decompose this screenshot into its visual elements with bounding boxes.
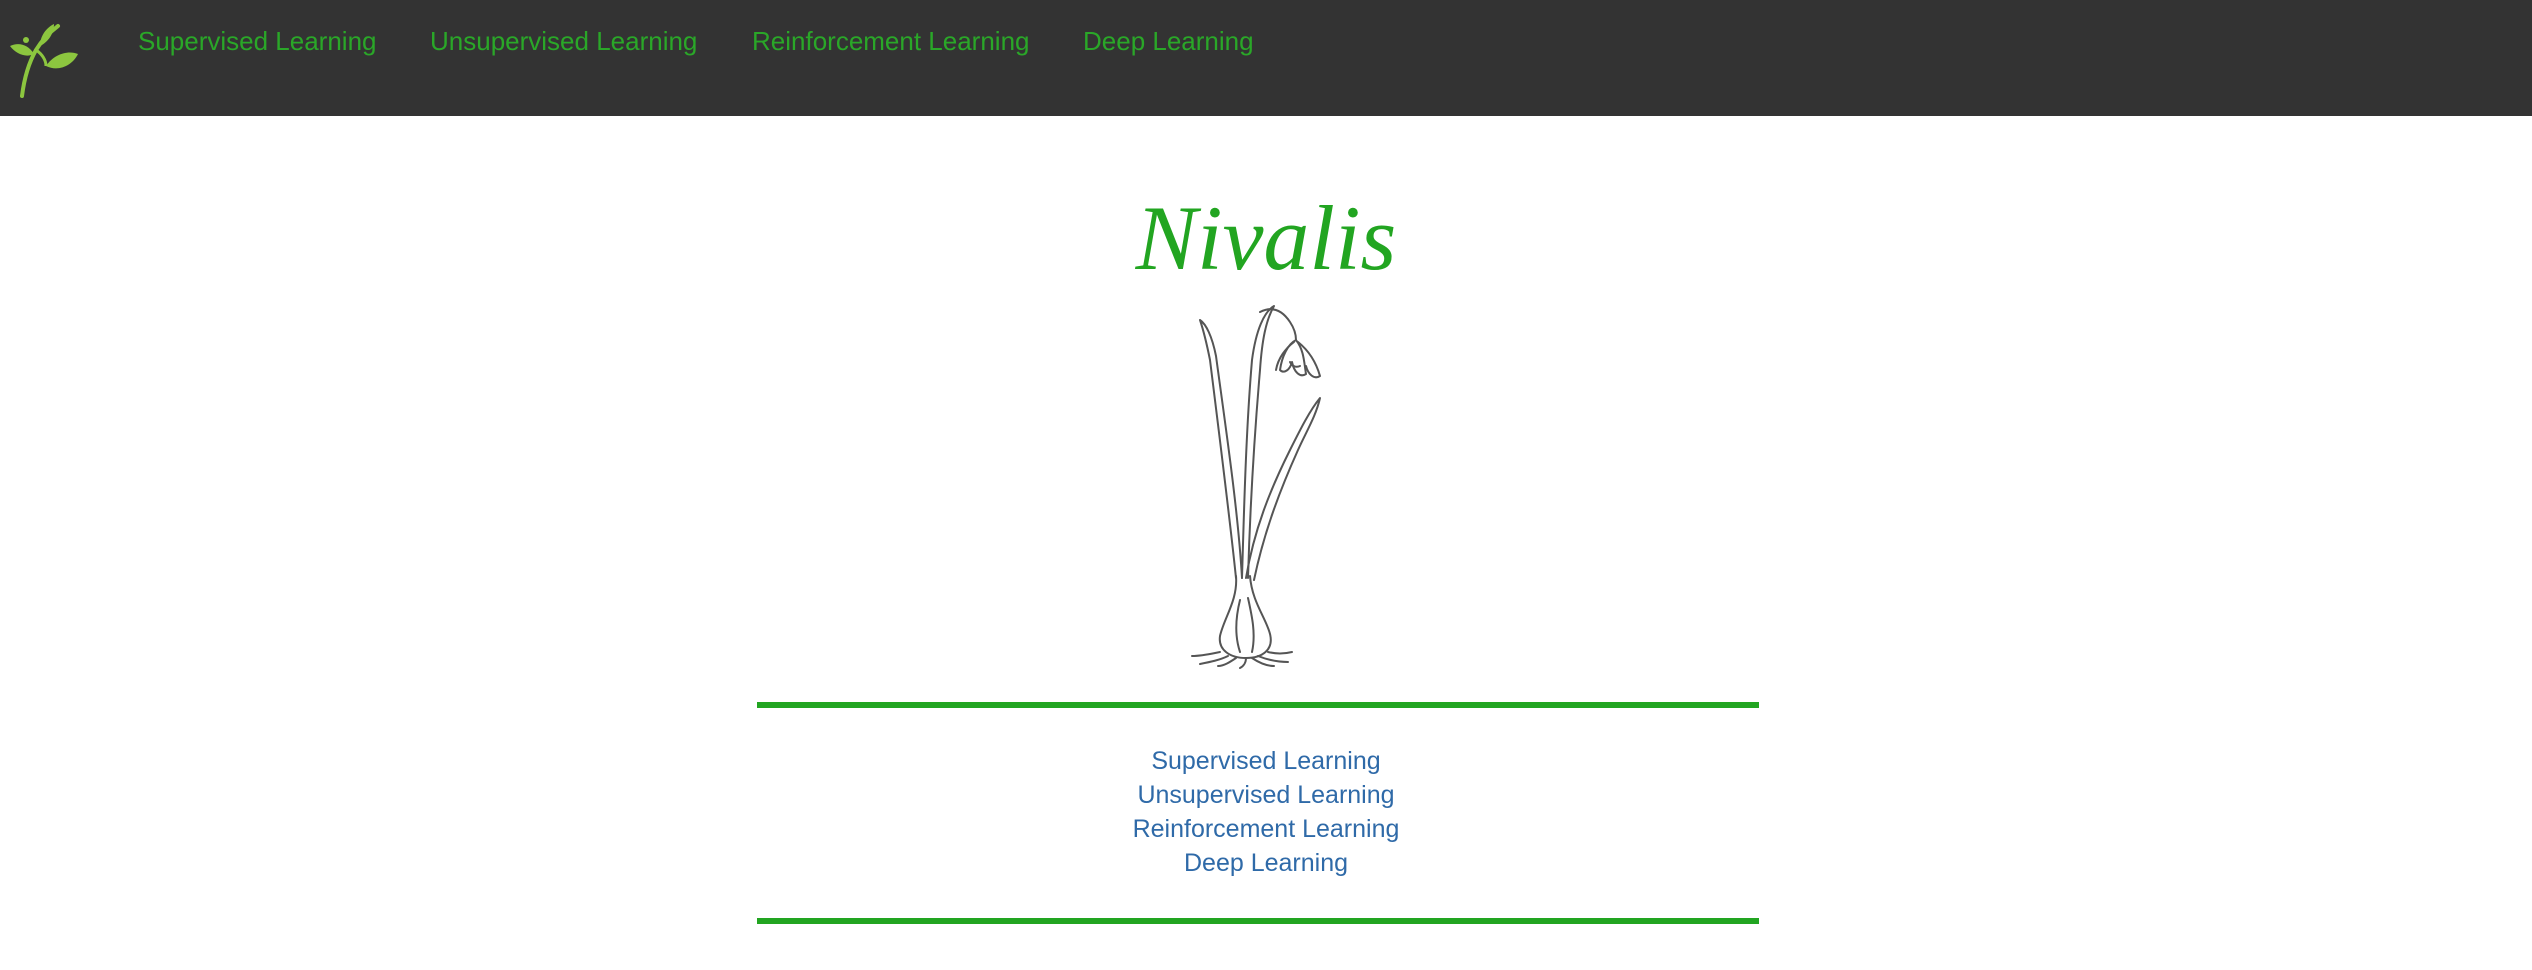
top-divider — [757, 702, 1759, 708]
top-navbar: Supervised Learning Unsupervised Learnin… — [0, 0, 2532, 116]
main-link-list: Supervised Learning Unsupervised Learnin… — [0, 744, 2532, 880]
link-deep-learning[interactable]: Deep Learning — [0, 846, 2532, 880]
leafy-sprig-icon[interactable] — [6, 20, 78, 98]
nav-link-deep-learning[interactable]: Deep Learning — [1083, 26, 1254, 57]
link-supervised-learning[interactable]: Supervised Learning — [0, 744, 2532, 778]
bottom-divider — [757, 918, 1759, 924]
nav-link-unsupervised-learning[interactable]: Unsupervised Learning — [430, 26, 697, 57]
nav-link-reinforcement-learning[interactable]: Reinforcement Learning — [752, 26, 1030, 57]
link-unsupervised-learning[interactable]: Unsupervised Learning — [0, 778, 2532, 812]
nav-link-supervised-learning[interactable]: Supervised Learning — [138, 26, 377, 57]
page-title: Nivalis — [1135, 187, 1397, 289]
link-reinforcement-learning[interactable]: Reinforcement Learning — [0, 812, 2532, 846]
snowdrop-flower-illustration — [1191, 305, 1321, 669]
